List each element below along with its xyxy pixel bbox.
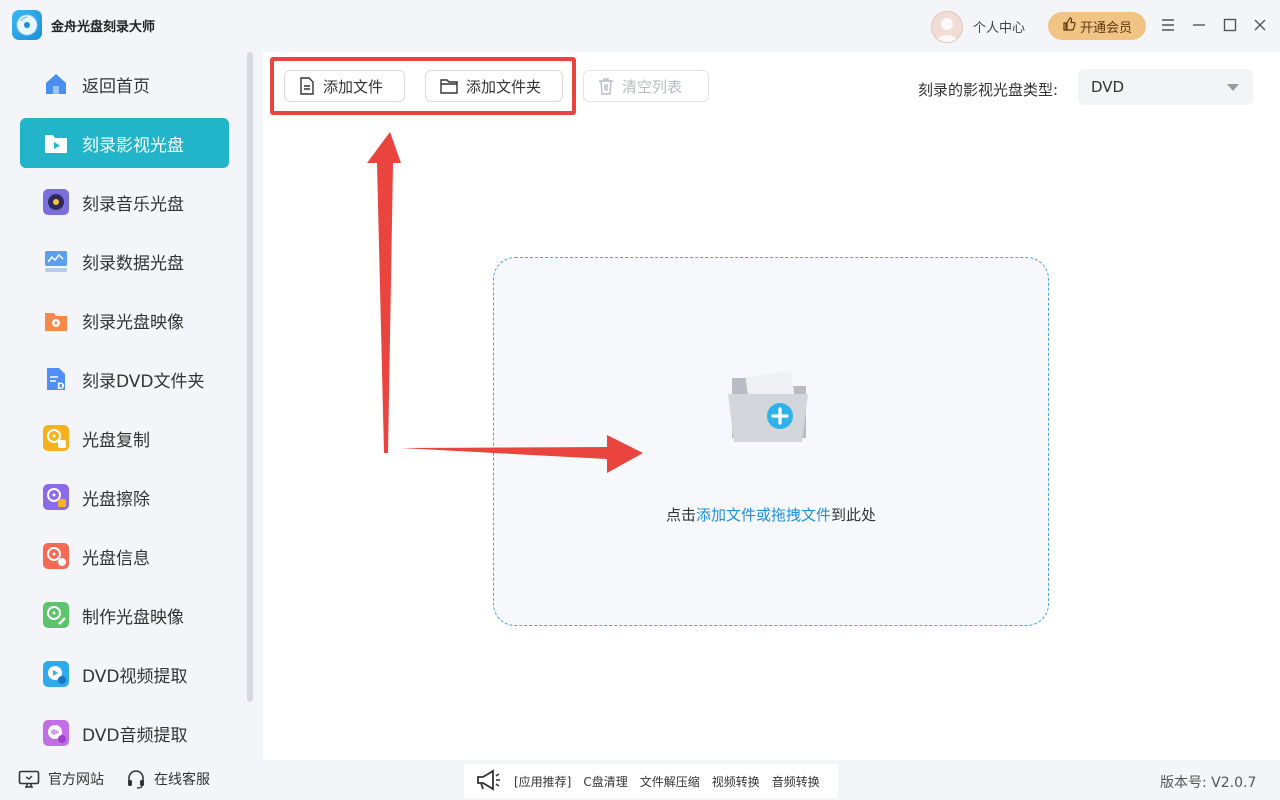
sidebar-item-disc-erase[interactable]: 光盘擦除 (20, 472, 229, 522)
video-extract-icon (43, 661, 69, 687)
recommend-label: [应用推荐] (514, 774, 572, 789)
menu-icon[interactable] (1157, 14, 1179, 36)
official-site-link[interactable]: 官方网站 (18, 769, 104, 789)
recommend-unzip[interactable]: 文件解压缩 (640, 773, 700, 790)
close-icon[interactable] (1249, 14, 1271, 36)
app-logo-icon (12, 10, 42, 40)
disc-info-icon (43, 543, 69, 569)
sidebar-item-home[interactable]: 返回首页 (20, 59, 229, 109)
headset-icon (128, 770, 144, 789)
main-panel: 添加文件 添加文件夹 清空列表 刻录的影视光盘类型: DVD 点击添加文件或拖拽… (263, 52, 1280, 760)
disc-erase-icon (43, 484, 69, 510)
sidebar-item-disc-copy[interactable]: 光盘复制 (20, 413, 229, 463)
sidebar-item-burn-disc-image[interactable]: 刻录光盘映像 (20, 295, 229, 345)
online-service-link[interactable]: 在线客服 (126, 769, 210, 789)
sidebar-item-dvd-audio-extract[interactable]: DVD音频提取 (20, 708, 229, 758)
video-folder-icon (43, 130, 69, 156)
sidebar-item-dvd-video-extract[interactable]: DVD视频提取 (20, 649, 229, 699)
thumb-up-icon (1062, 17, 1076, 35)
disc-image-icon (43, 307, 69, 333)
recommend-video-convert[interactable]: 视频转换 (712, 773, 760, 790)
sidebar: 返回首页 刻录影视光盘 刻录音乐光盘 刻录数据光盘 刻录光盘映像 D 刻录DVD… (0, 52, 262, 760)
annotation-arrows (367, 132, 643, 473)
recommend-c-clean[interactable]: C盘清理 (583, 773, 627, 790)
recommend-audio-convert[interactable]: 音频转换 (772, 773, 820, 790)
arrow-up (367, 132, 401, 453)
vip-button[interactable]: 开通会员 (1048, 12, 1146, 40)
music-disc-icon (43, 189, 69, 215)
vip-label: 开通会员 (1079, 20, 1132, 36)
audio-extract-icon (43, 720, 69, 746)
data-disc-icon (43, 248, 69, 274)
app-recommend-bar: [应用推荐] C盘清理 文件解压缩 视频转换 音频转换 (464, 764, 838, 798)
megaphone-icon (476, 768, 502, 794)
monitor-icon (18, 770, 40, 788)
sidebar-item-make-disc-image[interactable]: 制作光盘映像 (20, 590, 229, 640)
sidebar-item-burn-video-disc[interactable]: 刻录影视光盘 (20, 118, 229, 168)
title-bar: 金舟光盘刻录大师 个人中心 开通会员 (0, 0, 1280, 52)
home-icon (43, 71, 69, 97)
sidebar-scrollbar[interactable] (247, 52, 255, 702)
sidebar-item-disc-info[interactable]: 光盘信息 (20, 531, 229, 581)
minimize-icon[interactable] (1188, 14, 1210, 36)
avatar[interactable] (931, 11, 963, 43)
sidebar-scroll-thumb[interactable] (247, 52, 253, 702)
sidebar-item-burn-dvd-folder[interactable]: D 刻录DVD文件夹 (20, 354, 229, 404)
sidebar-item-burn-music-disc[interactable]: 刻录音乐光盘 (20, 177, 229, 227)
arrow-right (401, 435, 643, 473)
disc-copy-icon (43, 425, 69, 451)
app-title: 金舟光盘刻录大师 (51, 20, 156, 35)
footer: 官方网站 在线客服 [应用推荐] C盘清理 文件解压缩 视频转换 音频转换 版本… (0, 760, 1280, 800)
make-image-icon (43, 602, 69, 628)
svg-text:D: D (57, 382, 64, 392)
version-label: 版本号: V2.0.7 (1160, 775, 1257, 791)
maximize-icon[interactable] (1219, 14, 1241, 36)
user-center-link[interactable]: 个人中心 (973, 17, 1025, 36)
sidebar-item-burn-data-disc[interactable]: 刻录数据光盘 (20, 236, 229, 286)
dvd-folder-icon: D (43, 366, 69, 392)
